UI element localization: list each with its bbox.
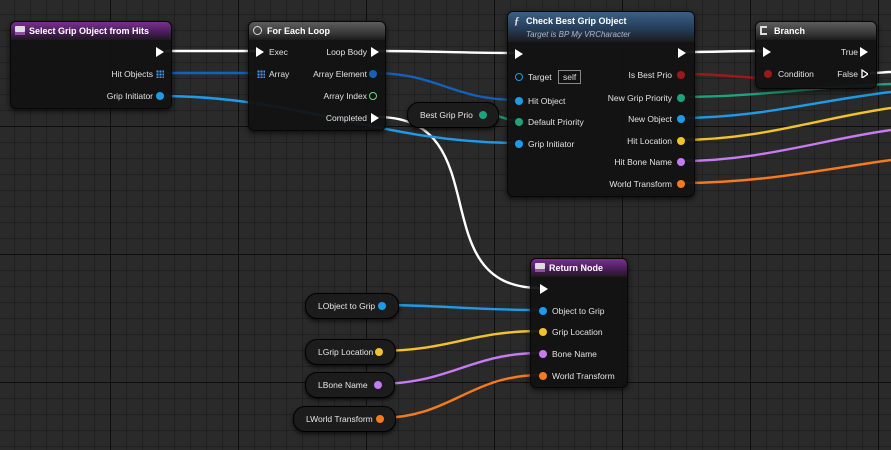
pin-label-object-to-grip: Object to Grip (552, 306, 605, 316)
target-input-pin[interactable] (515, 73, 523, 81)
object-output-pin[interactable] (677, 115, 685, 123)
object-input-pin[interactable] (539, 307, 547, 315)
pin-label-new-grip-priority: New Grip Priority (607, 93, 672, 103)
vector-output-pin[interactable] (375, 348, 383, 356)
array-input-pin[interactable] (257, 70, 265, 78)
node-title: For Each Loop (267, 26, 330, 36)
node-header: Select Grip Object from Hits (11, 22, 171, 40)
array-pin-icon[interactable] (156, 70, 164, 78)
pin-label-bone-name: Bone Name (552, 349, 597, 359)
target-self-field[interactable]: self (558, 70, 582, 84)
node-title: Select Grip Object from Hits (29, 26, 150, 36)
int-output-pin[interactable] (677, 94, 685, 102)
node-header: Return Node (531, 259, 627, 277)
pin-label-grip-initiator: Grip Initiator (528, 139, 575, 149)
branch-icon (760, 26, 767, 35)
int-output-pin[interactable] (369, 92, 377, 100)
pin-label-array-index: Array Index (323, 91, 367, 101)
pin-label-world-transform: World Transform (552, 371, 615, 381)
lbone-name-variable[interactable]: LBone Name (305, 372, 395, 398)
pin-label-default-priority: Default Priority (528, 117, 584, 127)
exec-output-pin[interactable] (371, 47, 379, 57)
bool-input-pin[interactable] (764, 70, 772, 78)
pin-label-grip-location: Grip Location (552, 327, 603, 337)
pin-label-true: True (840, 47, 858, 57)
vector-output-pin[interactable] (677, 137, 685, 145)
node-title: Branch (774, 26, 806, 36)
branch-node[interactable]: Branch True Condition False (755, 21, 877, 89)
node-title: Check Best Grip Object (526, 16, 627, 26)
object-input-pin[interactable] (515, 97, 523, 105)
name-output-pin[interactable] (677, 158, 685, 166)
pin-label-is-best-prio: Is Best Prio (628, 70, 672, 80)
variable-label: LGrip Location (318, 347, 374, 357)
for-each-loop-node[interactable]: For Each Loop Exec Loop Body Array Array… (248, 21, 386, 131)
exec-input-pin[interactable] (540, 284, 548, 294)
pin-label-false: False (837, 69, 858, 79)
pin-label-hit-location: Hit Location (627, 136, 672, 146)
exec-input-pin[interactable] (763, 47, 771, 57)
exec-true-pin[interactable] (860, 47, 868, 57)
pin-label-array: Array (269, 69, 290, 79)
pin-label-target: Target (528, 72, 552, 82)
int-input-pin[interactable] (515, 118, 523, 126)
lobject-to-grip-variable[interactable]: LObject to Grip (305, 293, 399, 319)
lgrip-location-variable[interactable]: LGrip Location (305, 339, 396, 365)
pin-label-hit-bone-name: Hit Bone Name (614, 157, 672, 167)
object-input-pin[interactable] (515, 140, 523, 148)
pin-label-hit-objects: Hit Objects (111, 69, 153, 79)
select-grip-object-node[interactable]: Select Grip Object from Hits Hit Objects… (10, 21, 172, 109)
name-output-pin[interactable] (374, 381, 382, 389)
bool-output-pin[interactable] (677, 71, 685, 79)
best-grip-prio-variable[interactable]: Best Grip Prio (407, 102, 499, 128)
pin-label-loop-body: Loop Body (326, 47, 367, 57)
node-header: ƒ Check Best Grip Object Target is BP My… (508, 12, 694, 42)
pin-label-array-element: Array Element (313, 69, 367, 79)
exec-false-pin[interactable] (861, 69, 868, 78)
node-header: For Each Loop (249, 22, 385, 40)
exec-input-pin[interactable] (256, 47, 264, 57)
function-exit-icon (535, 263, 545, 272)
node-header: Branch (756, 22, 876, 40)
transform-input-pin[interactable] (539, 372, 547, 380)
function-icon: ƒ (514, 15, 520, 27)
pin-label-condition: Condition (778, 69, 814, 79)
exec-completed-pin[interactable] (371, 113, 379, 123)
pin-label-hit-object: Hit Object (528, 96, 566, 106)
pin-label-exec: Exec (269, 47, 288, 57)
pin-label-grip-initiator: Grip Initiator (106, 91, 153, 101)
check-best-grip-object-node[interactable]: ƒ Check Best Grip Object Target is BP My… (507, 11, 695, 197)
variable-label: LBone Name (318, 380, 368, 390)
int-output-pin[interactable] (479, 111, 487, 119)
return-node[interactable]: Return Node Object to Grip Grip Location… (530, 258, 628, 388)
exec-output-pin[interactable] (156, 47, 164, 57)
pin-label-completed: Completed (325, 113, 367, 123)
node-title: Return Node (549, 263, 603, 273)
variable-label: Best Grip Prio (420, 110, 473, 120)
variable-label: LObject to Grip (318, 301, 376, 311)
object-output-pin[interactable] (156, 92, 164, 100)
object-output-pin[interactable] (378, 302, 386, 310)
transform-output-pin[interactable] (376, 415, 384, 423)
pin-label-new-object: New Object (628, 114, 672, 124)
pin-label-world-transform: World Transform (609, 179, 672, 189)
object-output-pin[interactable] (369, 70, 377, 78)
exec-input-pin[interactable] (515, 49, 523, 59)
lworld-transform-variable[interactable]: LWorld Transform (293, 406, 396, 432)
variable-label: LWorld Transform (306, 414, 373, 424)
loop-icon (253, 26, 262, 35)
node-subtitle: Target is BP My VRCharacter (526, 30, 631, 39)
transform-output-pin[interactable] (677, 180, 685, 188)
name-input-pin[interactable] (539, 350, 547, 358)
vector-input-pin[interactable] (539, 328, 547, 336)
exec-output-pin[interactable] (678, 48, 686, 58)
function-entry-icon (15, 26, 25, 35)
